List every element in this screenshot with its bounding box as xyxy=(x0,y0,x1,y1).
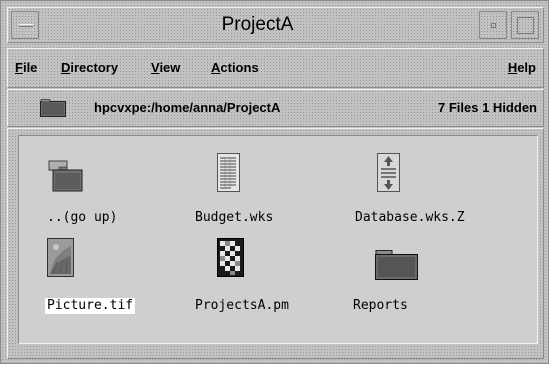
window-title: ProjectA xyxy=(221,14,294,35)
file-item-go-up[interactable]: ..(go up) xyxy=(19,136,179,236)
parent-folder-icon xyxy=(48,160,83,192)
folder-icon[interactable] xyxy=(40,99,66,117)
file-label: Picture.tif xyxy=(45,298,136,314)
file-count-status: 7 Files 1 Hidden xyxy=(438,100,537,115)
folder-icon xyxy=(375,250,418,280)
file-label: Reports xyxy=(353,298,408,313)
file-label: Database.wks.Z xyxy=(355,210,465,225)
menu-file[interactable]: File xyxy=(15,49,37,87)
file-label: Budget.wks xyxy=(195,210,274,225)
minimize-icon xyxy=(491,23,496,28)
menu-help[interactable]: Help xyxy=(508,49,536,87)
maximize-button[interactable] xyxy=(511,11,539,39)
menu-bar: File Directory View Actions Help xyxy=(7,48,544,88)
pixmap-file-icon xyxy=(217,238,244,277)
title-bar[interactable]: ProjectA xyxy=(7,7,544,43)
current-path: hpcvxpe:/home/anna/ProjectA xyxy=(94,100,281,115)
spreadsheet-document-icon xyxy=(217,153,240,192)
window-menu-icon xyxy=(19,24,33,27)
file-label: ProjectsA.pm xyxy=(195,298,289,313)
image-file-icon xyxy=(47,238,74,277)
file-item-projectsa[interactable]: ProjectsA.pm xyxy=(179,236,339,336)
menu-view[interactable]: View xyxy=(151,49,180,87)
menu-actions[interactable]: Actions xyxy=(211,49,259,87)
compressed-file-icon xyxy=(377,153,400,192)
path-bar: hpcvxpe:/home/anna/ProjectA 7 Files 1 Hi… xyxy=(7,89,544,127)
menu-directory[interactable]: Directory xyxy=(61,49,118,87)
file-view-pane: ..(go up) Budget.wks Database.wks.Z Pict… xyxy=(18,135,538,344)
file-item-budget[interactable]: Budget.wks xyxy=(179,136,339,236)
window-menu-button[interactable] xyxy=(11,11,39,39)
file-item-database[interactable]: Database.wks.Z xyxy=(339,136,529,236)
minimize-button[interactable] xyxy=(479,11,507,39)
file-label: ..(go up) xyxy=(47,210,118,225)
file-item-picture[interactable]: Picture.tif xyxy=(19,236,179,336)
file-item-reports[interactable]: Reports xyxy=(339,236,529,336)
maximize-icon xyxy=(517,17,534,34)
file-area: ..(go up) Budget.wks Database.wks.Z Pict… xyxy=(7,128,544,359)
file-manager-window: ProjectA File Directory View Actions Hel… xyxy=(0,0,549,364)
